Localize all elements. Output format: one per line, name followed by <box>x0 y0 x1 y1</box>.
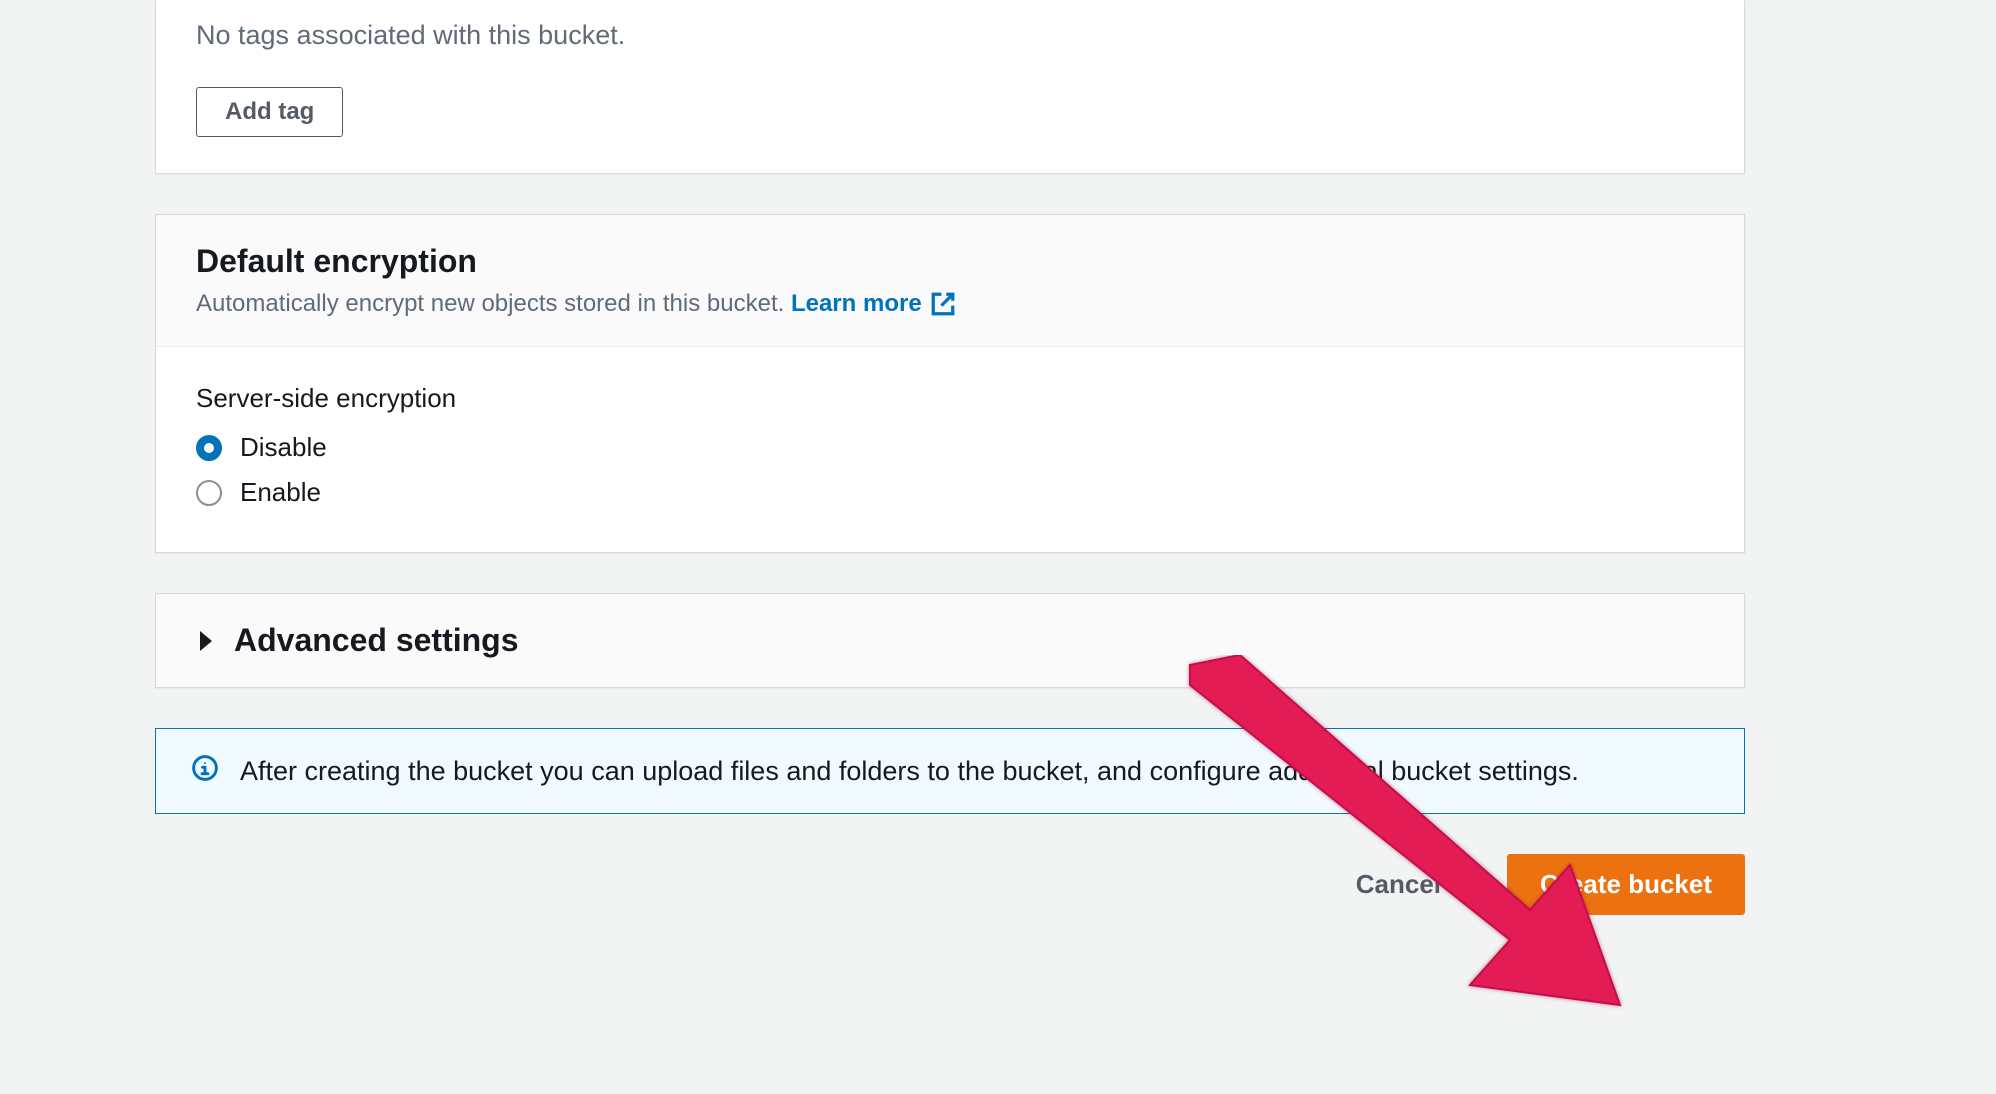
sse-radio-enable-label: Enable <box>240 477 321 508</box>
radio-selected-icon <box>196 435 222 461</box>
advanced-settings-panel: Advanced settings <box>155 593 1745 688</box>
caret-right-icon <box>196 631 216 651</box>
sse-field-label: Server-side encryption <box>196 383 1704 414</box>
advanced-settings-title: Advanced settings <box>234 622 519 659</box>
external-link-icon <box>930 291 956 317</box>
create-bucket-button[interactable]: Create bucket <box>1507 854 1745 915</box>
info-message: After creating the bucket you can upload… <box>240 753 1579 789</box>
encryption-description: Automatically encrypt new objects stored… <box>196 290 784 317</box>
encryption-panel-body: Server-side encryption Disable Enable <box>156 347 1744 552</box>
page: No tags associated with this bucket. Add… <box>0 0 1996 1094</box>
encryption-learn-more-label: Learn more <box>791 290 922 318</box>
advanced-settings-toggle[interactable]: Advanced settings <box>196 622 1704 659</box>
tags-empty-message: No tags associated with this bucket. <box>196 0 1704 51</box>
radio-inner-dot <box>204 443 214 453</box>
add-tag-button[interactable]: Add tag <box>196 87 343 137</box>
action-row: Cancel Create bucket <box>155 854 1745 915</box>
cancel-button[interactable]: Cancel <box>1324 855 1473 914</box>
sse-radio-disable-label: Disable <box>240 432 327 463</box>
sse-radio-enable[interactable]: Enable <box>196 477 1704 508</box>
add-tag-row: Add tag <box>196 87 1704 137</box>
encryption-subtitle-row: Automatically encrypt new objects stored… <box>196 290 1704 318</box>
tags-panel: No tags associated with this bucket. Add… <box>155 0 1745 174</box>
encryption-panel: Default encryption Automatically encrypt… <box>155 214 1745 553</box>
encryption-learn-more-link[interactable]: Learn more <box>791 290 956 318</box>
sse-radio-disable[interactable]: Disable <box>196 432 1704 463</box>
encryption-title: Default encryption <box>196 243 1704 280</box>
radio-unselected-icon <box>196 480 222 506</box>
encryption-panel-header: Default encryption Automatically encrypt… <box>156 215 1744 347</box>
info-box: After creating the bucket you can upload… <box>155 728 1745 814</box>
info-icon <box>192 755 218 784</box>
content-column: No tags associated with this bucket. Add… <box>155 0 1745 915</box>
